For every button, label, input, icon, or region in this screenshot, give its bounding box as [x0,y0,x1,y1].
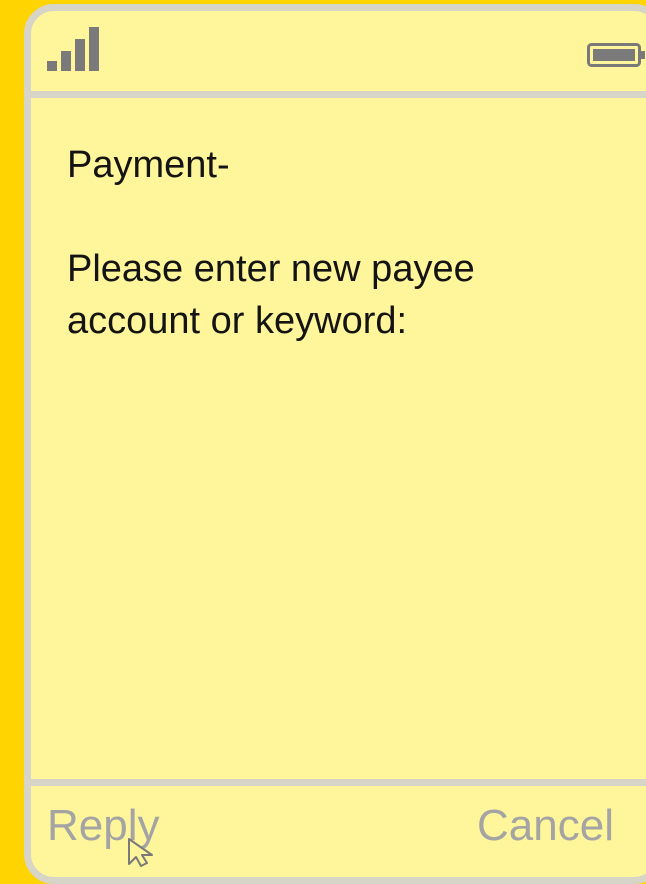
cancel-softkey[interactable]: Cancel [477,796,614,856]
status-bar [31,11,646,98]
signal-bars-icon [47,27,99,71]
message-body: Payment- Please enter new payee account … [67,139,637,347]
phone-screen: Payment- Please enter new payee account … [24,4,646,884]
softkey-divider [31,779,646,786]
mouse-cursor-icon [128,838,153,867]
battery-full-icon [587,43,645,67]
message-prompt-line-1: Please enter new payee [67,248,475,290]
message-title: Payment- [67,144,230,186]
message-prompt-line-2: account or keyword: [67,300,408,342]
